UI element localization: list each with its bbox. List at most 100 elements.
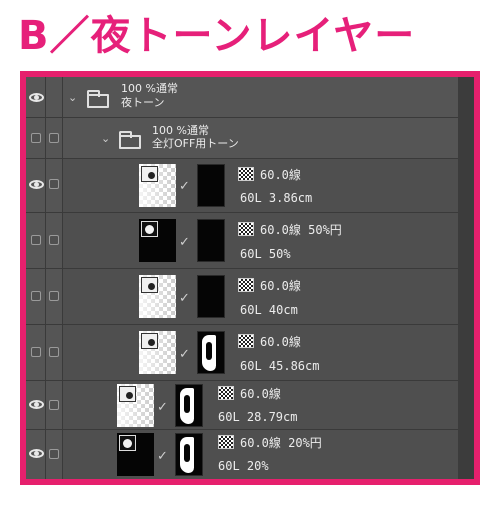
edit-cell[interactable] <box>46 325 63 380</box>
screentone-icon <box>238 167 254 181</box>
layer-panel-frame: ⌄ 100 %通常 夜トーン ⌄ 100 %通常 全灯OFF用トーン ✓ 60.… <box>20 71 480 485</box>
visibility-cell[interactable] <box>26 77 46 117</box>
screentone-icon <box>238 222 254 236</box>
layer-name: 60L 40cm <box>240 303 298 317</box>
layer-thumbnail <box>139 219 176 262</box>
layer-row[interactable]: ✓ 60.0線 60L 45.86cm <box>26 325 458 381</box>
screentone-icon <box>218 386 234 400</box>
edit-checkbox[interactable] <box>49 133 59 143</box>
layer-tone-setting: 60.0線 <box>260 279 301 293</box>
layer-thumbnail <box>139 275 176 318</box>
layer-row-content[interactable]: ✓ 60.0線 60L 40cm <box>63 269 458 324</box>
layer-panel: ⌄ 100 %通常 夜トーン ⌄ 100 %通常 全灯OFF用トーン ✓ 60.… <box>26 77 474 479</box>
folder-blend-mode: 100 %通常 <box>121 82 178 95</box>
screentone-icon <box>238 334 254 348</box>
edit-checkbox[interactable] <box>49 235 59 245</box>
chevron-down-icon[interactable]: ⌄ <box>68 91 77 104</box>
edit-cell[interactable] <box>46 430 63 479</box>
layer-thumbnail <box>117 384 154 427</box>
visibility-cell[interactable] <box>26 213 46 268</box>
folder-row-content[interactable]: ⌄ 100 %通常 夜トーン <box>63 77 458 117</box>
layer-name: 60L 45.86cm <box>240 359 320 373</box>
tone-layer-icon <box>141 221 158 237</box>
mask-link-icon: ✓ <box>179 347 190 362</box>
edit-checkbox[interactable] <box>49 347 59 357</box>
layer-row[interactable]: ✓ 60.0線 60L 28.79cm <box>26 381 458 430</box>
layer-thumbnail <box>117 433 154 476</box>
page-heading: B／夜トーンレイヤー <box>18 13 416 59</box>
layer-tone-setting: 60.0線 50%円 <box>260 223 342 237</box>
edit-cell[interactable] <box>46 159 63 212</box>
mask-thumbnail <box>197 275 225 318</box>
folder-row-content[interactable]: ⌄ 100 %通常 全灯OFF用トーン <box>63 118 458 158</box>
mask-link-icon: ✓ <box>179 235 190 250</box>
visibility-checkbox[interactable] <box>31 133 41 143</box>
mask-link-icon: ✓ <box>157 400 168 415</box>
visibility-cell[interactable] <box>26 159 46 212</box>
tone-layer-icon <box>119 386 136 402</box>
screentone-icon <box>218 435 234 449</box>
visibility-cell[interactable] <box>26 325 46 380</box>
mask-thumbnail <box>175 384 203 427</box>
layer-name: 60L 3.86cm <box>240 191 313 205</box>
layer-thumbnail <box>139 164 176 207</box>
folder-icon <box>119 131 141 149</box>
visibility-checkbox[interactable] <box>31 235 41 245</box>
chevron-down-icon[interactable]: ⌄ <box>101 132 110 145</box>
mask-thumbnail <box>197 331 225 374</box>
mask-link-icon: ✓ <box>179 179 190 194</box>
panel-scrollbar[interactable] <box>458 77 474 479</box>
edit-cell[interactable] <box>46 269 63 324</box>
visibility-checkbox[interactable] <box>31 347 41 357</box>
visibility-cell[interactable] <box>26 381 46 429</box>
folder-name: 全灯OFF用トーン <box>152 137 239 150</box>
tone-layer-icon <box>141 277 158 293</box>
layer-row-content[interactable]: ✓ 60.0線 50%円 60L 50% <box>63 213 458 268</box>
edit-cell[interactable] <box>46 77 79 117</box>
edit-checkbox[interactable] <box>49 291 59 301</box>
edit-cell[interactable] <box>46 213 63 268</box>
layer-name: 60L 28.79cm <box>218 410 298 424</box>
edit-cell[interactable] <box>46 381 63 429</box>
layer-row-content[interactable]: ✓ 60.0線 60L 45.86cm <box>63 325 458 380</box>
eye-icon[interactable] <box>29 400 44 409</box>
folder-blend-mode: 100 %通常 <box>152 124 209 137</box>
mask-thumbnail <box>175 433 203 476</box>
layer-row[interactable]: ✓ 60.0線 60L 40cm <box>26 269 458 325</box>
layer-row[interactable]: ✓ 60.0線 50%円 60L 50% <box>26 213 458 269</box>
layer-tone-setting: 60.0線 <box>260 168 301 182</box>
layer-row-content[interactable]: ✓ 60.0線 60L 28.79cm <box>63 381 458 429</box>
edit-checkbox[interactable] <box>49 400 59 410</box>
layer-tone-setting: 60.0線 <box>260 335 301 349</box>
edit-checkbox[interactable] <box>49 179 59 189</box>
layer-row[interactable]: ✓ 60.0線 20%円 60L 20% <box>26 430 458 479</box>
tone-layer-icon <box>141 333 158 349</box>
visibility-cell[interactable] <box>26 269 46 324</box>
tone-layer-icon <box>119 435 136 451</box>
mask-link-icon: ✓ <box>157 449 168 464</box>
mask-thumbnail <box>197 219 225 262</box>
folder-name: 夜トーン <box>121 96 165 109</box>
edit-cell[interactable] <box>46 118 63 158</box>
tone-layer-icon <box>141 166 158 182</box>
layer-row[interactable]: ✓ 60.0線 60L 3.86cm <box>26 159 458 213</box>
screentone-icon <box>238 278 254 292</box>
edit-checkbox[interactable] <box>49 449 59 459</box>
visibility-cell[interactable] <box>26 430 46 479</box>
visibility-checkbox[interactable] <box>31 291 41 301</box>
mask-link-icon: ✓ <box>179 291 190 306</box>
layer-row-content[interactable]: ✓ 60.0線 60L 3.86cm <box>63 159 458 212</box>
mask-thumbnail <box>197 164 225 207</box>
folder-row-night-tone[interactable]: ⌄ 100 %通常 夜トーン <box>26 77 458 118</box>
layer-name: 60L 20% <box>218 459 269 473</box>
visibility-cell[interactable] <box>26 118 46 158</box>
eye-icon[interactable] <box>29 180 44 189</box>
folder-icon <box>87 90 109 108</box>
eye-icon[interactable] <box>29 93 44 102</box>
layer-tone-setting: 60.0線 <box>240 387 281 401</box>
folder-row-all-lights-off[interactable]: ⌄ 100 %通常 全灯OFF用トーン <box>26 118 458 159</box>
layer-row-content[interactable]: ✓ 60.0線 20%円 60L 20% <box>63 430 458 479</box>
layer-thumbnail <box>139 331 176 374</box>
layer-tone-setting: 60.0線 20%円 <box>240 436 322 450</box>
eye-icon[interactable] <box>29 449 44 458</box>
